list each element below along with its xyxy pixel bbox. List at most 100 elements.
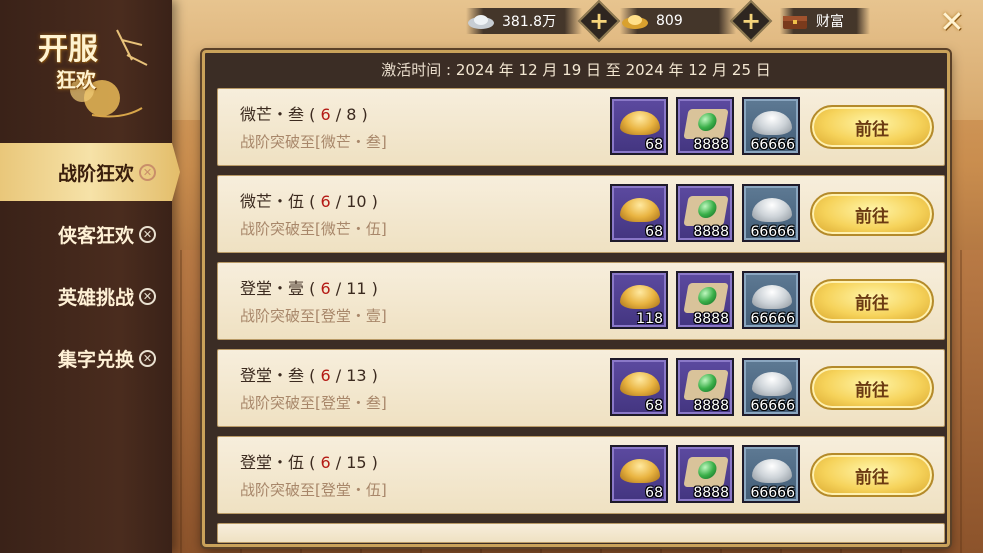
reward-gold-ingot[interactable]: 68 <box>610 184 668 242</box>
sidebar-item-hero-carnival[interactable]: 侠客狂欢 ✕ <box>0 205 172 263</box>
task-target: 11 <box>346 279 367 298</box>
task-description: 战阶突破至[微芒・叁] <box>240 133 387 151</box>
reward-count: 66666 <box>750 398 795 414</box>
sidebar: 开服 狂欢 战阶狂欢 ✕ 侠客狂欢 ✕ 英雄挑战 ✕ 集字兑换 ✕ <box>0 0 180 553</box>
task-title: 登堂・叁 ( 6 / 13 ) <box>240 366 378 385</box>
task-progress: 6 <box>320 453 331 472</box>
reward-silver-ingot[interactable]: 66666 <box>742 358 800 416</box>
go-button[interactable]: 前往 <box>810 192 934 236</box>
reward-gold-ingot[interactable]: 68 <box>610 97 668 155</box>
gold-ingot-icon <box>620 459 660 483</box>
gold-ingot-icon <box>620 198 660 222</box>
reward-jade[interactable]: 8888 <box>676 445 734 503</box>
task-target: 15 <box>346 453 367 472</box>
silver-resource: 381.8万 <box>466 8 582 34</box>
gold-ingot-icon <box>622 15 648 29</box>
reward-count: 68 <box>645 137 663 153</box>
reward-gold-ingot[interactable]: 118 <box>610 271 668 329</box>
sidebar-item-hero-challenge[interactable]: 英雄挑战 ✕ <box>0 267 172 325</box>
silver-ingot-icon <box>752 198 792 222</box>
sidebar-item-label: 侠客狂欢 <box>58 224 135 247</box>
close-circle-icon: ✕ <box>139 349 157 367</box>
gold-ingot-icon <box>620 111 660 135</box>
jade-orb-icon <box>683 283 729 313</box>
reward-count: 8888 <box>693 311 729 327</box>
activation-time: 激活时间 : 2024 年 12 月 19 日 至 2024 年 12 月 25… <box>381 61 771 79</box>
silver-ingot-icon <box>752 285 792 309</box>
gold-resource: 809 <box>620 8 736 34</box>
reward-jade[interactable]: 8888 <box>676 271 734 329</box>
close-circle-icon: ✕ <box>139 225 157 243</box>
reward-count: 66666 <box>750 311 795 327</box>
task-title: 登堂・伍 ( 6 / 15 ) <box>240 453 378 472</box>
task-row: 登堂・伍 ( 6 / 15 ) 战阶突破至[登堂・伍] 68 8888 6666… <box>217 436 945 514</box>
reward-count: 8888 <box>693 137 729 153</box>
reward-gold-ingot[interactable]: 68 <box>610 358 668 416</box>
jade-orb-icon <box>683 109 729 139</box>
reward-silver-ingot[interactable]: 66666 <box>742 184 800 242</box>
logo-subtitle-text: 狂欢 <box>56 68 96 92</box>
task-target: 13 <box>346 366 367 385</box>
task-name: 微芒・伍 <box>240 192 305 211</box>
task-description: 战阶突破至[登堂・叁] <box>240 394 387 412</box>
task-title: 微芒・伍 ( 6 / 10 ) <box>240 192 378 211</box>
silver-ingot-icon <box>752 111 792 135</box>
task-progress: 6 <box>320 192 331 211</box>
reward-silver-ingot[interactable]: 66666 <box>742 97 800 155</box>
reward-count: 118 <box>636 311 663 327</box>
task-row: 登堂・叁 ( 6 / 13 ) 战阶突破至[登堂・叁] 68 8888 6666… <box>217 349 945 427</box>
task-name: 登堂・壹 <box>240 279 305 298</box>
reward-jade[interactable]: 8888 <box>676 97 734 155</box>
gold-ingot-icon <box>620 285 660 309</box>
sidebar-item-label: 英雄挑战 <box>58 286 135 309</box>
sidebar-item-word-exchange[interactable]: 集字兑换 ✕ <box>0 329 172 387</box>
go-button[interactable]: 前往 <box>810 366 934 410</box>
reward-count: 68 <box>645 224 663 240</box>
task-target: 10 <box>346 192 367 211</box>
task-row: 微芒・叁 ( 6 / 8 ) 战阶突破至[微芒・叁] 68 8888 66666… <box>217 88 945 166</box>
sidebar-item-rank-carnival[interactable]: 战阶狂欢 ✕ <box>0 143 180 201</box>
gold-ingot-icon <box>620 372 660 396</box>
jade-orb-icon <box>683 457 729 487</box>
sidebar-item-label: 战阶狂欢 <box>58 162 135 185</box>
reward-silver-ingot[interactable]: 66666 <box>742 445 800 503</box>
silver-ingot-icon <box>752 372 792 396</box>
reward-jade[interactable]: 8888 <box>676 184 734 242</box>
task-description: 战阶突破至[登堂・壹] <box>240 307 387 325</box>
wealth-button[interactable]: 财富 <box>780 8 870 34</box>
go-button[interactable]: 前往 <box>810 279 934 323</box>
reward-count: 8888 <box>693 398 729 414</box>
reward-jade[interactable]: 8888 <box>676 358 734 416</box>
task-name: 登堂・叁 <box>240 366 305 385</box>
treasure-chest-icon <box>783 16 807 29</box>
event-logo: 开服 狂欢 <box>22 20 152 130</box>
wealth-label: 财富 <box>816 14 844 30</box>
logo-title-text: 开服 <box>38 32 98 67</box>
plus-icon: + <box>588 7 610 35</box>
close-circle-icon: ✕ <box>139 163 157 181</box>
task-progress: 6 <box>320 279 331 298</box>
task-row-partial <box>217 523 945 543</box>
reward-silver-ingot[interactable]: 66666 <box>742 271 800 329</box>
silver-amount: 381.8万 <box>502 14 557 30</box>
reward-count: 68 <box>645 485 663 501</box>
sidebar-item-label: 集字兑换 <box>58 348 135 371</box>
task-target: 8 <box>346 105 357 124</box>
task-name: 登堂・伍 <box>240 453 305 472</box>
go-button[interactable]: 前往 <box>810 453 934 497</box>
task-row: 登堂・壹 ( 6 / 11 ) 战阶突破至[登堂・壹] 118 8888 666… <box>217 262 945 340</box>
close-circle-icon: ✕ <box>139 287 157 305</box>
reward-count: 66666 <box>750 485 795 501</box>
reward-count: 66666 <box>750 137 795 153</box>
go-button[interactable]: 前往 <box>810 105 934 149</box>
task-title: 微芒・叁 ( 6 / 8 ) <box>240 105 368 124</box>
activation-time-range: 2024 年 12 月 19 日 至 2024 年 12 月 25 日 <box>455 61 771 79</box>
task-description: 战阶突破至[微芒・伍] <box>240 220 387 238</box>
reward-gold-ingot[interactable]: 68 <box>610 445 668 503</box>
task-progress: 6 <box>320 105 331 124</box>
task-title: 登堂・壹 ( 6 / 11 ) <box>240 279 378 298</box>
gold-amount: 809 <box>656 13 683 29</box>
close-icon[interactable]: ✕ <box>935 6 969 40</box>
silver-ingot-icon <box>752 459 792 483</box>
jade-orb-icon <box>683 370 729 400</box>
